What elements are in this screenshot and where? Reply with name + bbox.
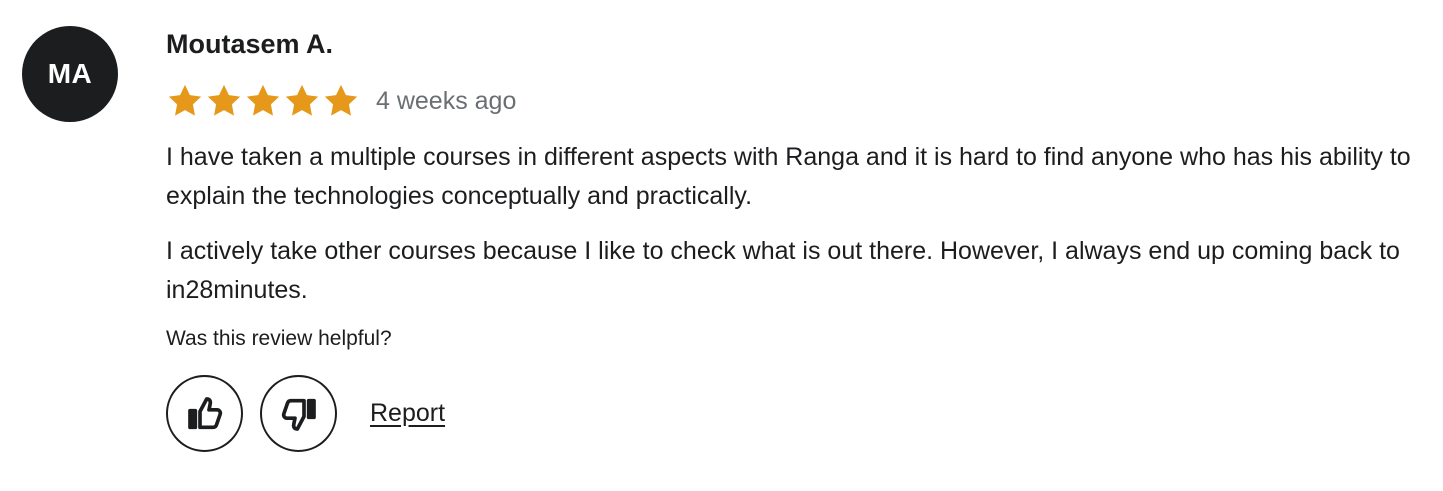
thumbs-up-icon [187, 396, 222, 429]
star-rating [166, 82, 361, 120]
review-card: MA Moutasem A. 4 weeks ago I have taken … [0, 0, 1443, 491]
review-paragraph: I have taken a multiple courses in diffe… [166, 143, 1411, 210]
star-icon [246, 84, 280, 116]
reviewer-name: Moutasem A. [166, 29, 334, 59]
star-icon [324, 84, 358, 116]
not-helpful-button[interactable] [260, 375, 337, 452]
helpful-prompt: Was this review helpful? [166, 327, 392, 350]
report-link[interactable]: Report [370, 399, 445, 428]
feedback-actions: Report [166, 375, 445, 452]
avatar: MA [22, 26, 118, 122]
thumbs-down-icon [281, 398, 316, 431]
rating-row: 4 weeks ago [166, 80, 516, 122]
review-paragraph: I actively take other courses because I … [166, 237, 1400, 304]
review-time: 4 weeks ago [376, 86, 517, 115]
star-icon [168, 84, 202, 116]
helpful-button[interactable] [166, 375, 243, 452]
star-icon [207, 84, 241, 116]
avatar-initials: MA [47, 58, 93, 89]
star-icon [285, 84, 319, 116]
